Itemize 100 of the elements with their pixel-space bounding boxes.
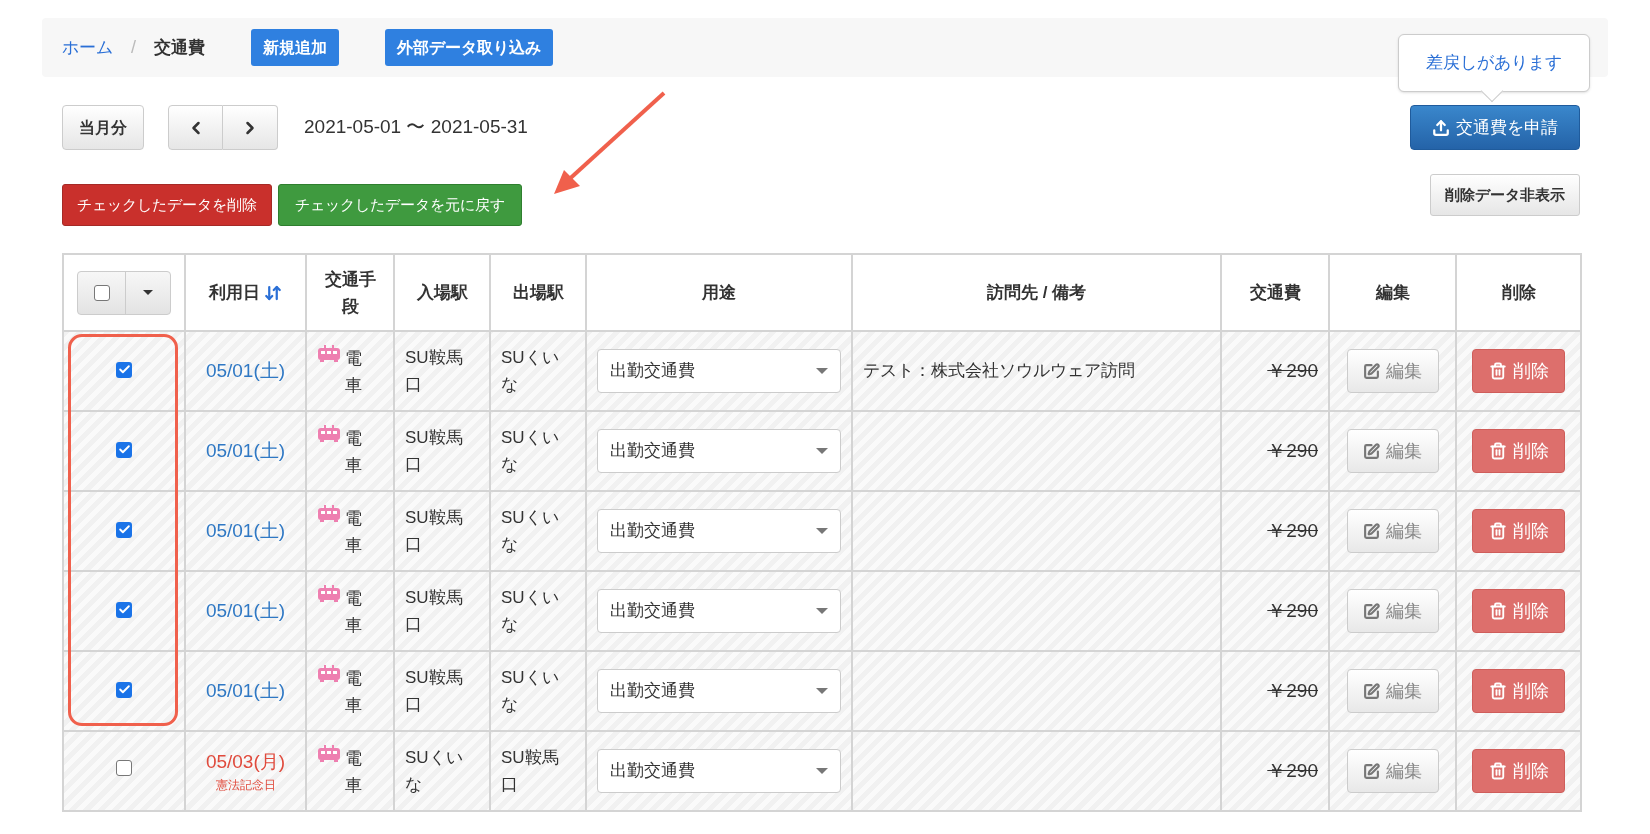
edit-button[interactable]: 編集 — [1346, 669, 1439, 713]
restore-checked-button[interactable]: チェックしたデータを元に戻す — [278, 184, 522, 226]
checkbox[interactable] — [116, 441, 132, 458]
entry-station: SU鞍馬口 — [405, 668, 463, 714]
caret-icon — [816, 768, 828, 774]
current-month-button[interactable]: 当月分 — [62, 105, 144, 150]
delete-button[interactable]: 削除 — [1472, 749, 1565, 793]
trash-icon — [1488, 602, 1507, 620]
edit-icon — [1363, 442, 1380, 460]
column-header: 訪問先 / 備考 — [986, 282, 1087, 302]
column-header: 編集 — [1375, 282, 1410, 302]
purpose-select[interactable]: 出勤交通費 — [597, 349, 841, 393]
column-header[interactable]: 利用日 — [209, 279, 260, 306]
delete-button[interactable]: 削除 — [1472, 669, 1565, 713]
fare-amount: ￥290 — [1267, 439, 1318, 461]
entry-station: SU鞍馬口 — [405, 588, 463, 634]
trash-icon — [1488, 442, 1507, 460]
entry-station: SUくいな — [405, 748, 463, 794]
purpose-select[interactable]: 出勤交通費 — [597, 589, 841, 633]
caret-icon — [816, 608, 828, 614]
breadcrumb-current: 交通費 — [154, 36, 205, 59]
purpose-select[interactable]: 出勤交通費 — [597, 509, 841, 553]
column-header: 交通手段 — [324, 268, 376, 318]
train-icon — [317, 664, 341, 683]
checkbox[interactable] — [116, 760, 132, 777]
edit-icon — [1363, 602, 1380, 620]
date-range: 2021-05-01 〜 2021-05-31 — [304, 115, 528, 140]
home-link[interactable]: ホーム — [62, 34, 113, 61]
add-new-button[interactable]: 新規追加 — [251, 29, 339, 66]
edit-icon — [1363, 522, 1380, 540]
train-icon — [317, 744, 341, 763]
trash-icon — [1488, 522, 1507, 540]
edit-icon — [1363, 362, 1380, 380]
column-header: 出場駅 — [512, 282, 564, 302]
column-header: 交通費 — [1249, 282, 1301, 302]
exit-station: SU鞍馬口 — [501, 748, 559, 794]
checkbox[interactable] — [116, 681, 132, 698]
edit-icon — [1363, 762, 1380, 780]
edit-button[interactable]: 編集 — [1346, 749, 1439, 793]
delete-checked-button[interactable]: チェックしたデータを削除 — [62, 184, 272, 226]
edit-button[interactable]: 編集 — [1346, 589, 1439, 633]
edit-button[interactable]: 編集 — [1346, 509, 1439, 553]
train-icon — [317, 504, 341, 523]
exit-station: SUくいな — [501, 428, 559, 474]
delete-button[interactable]: 削除 — [1472, 589, 1565, 633]
transport-text: 電車 — [345, 507, 363, 557]
date-link[interactable]: 05/03(月) — [186, 747, 305, 777]
column-header: 用途 — [702, 282, 736, 302]
delete-button[interactable]: 削除 — [1472, 349, 1565, 393]
fare-amount: ￥290 — [1267, 679, 1318, 701]
holiday-label: 憲法記念日 — [214, 777, 277, 795]
import-button[interactable]: 外部データ取り込み — [385, 29, 553, 66]
transport-text: 電車 — [345, 347, 363, 397]
column-header: 削除 — [1501, 282, 1536, 302]
tooltip: 差戻しがあります — [1398, 34, 1590, 92]
purpose-select[interactable]: 出勤交通費 — [597, 669, 841, 713]
transport-text: 電車 — [345, 427, 363, 477]
exit-station: SUくいな — [501, 348, 559, 394]
trash-icon — [1488, 682, 1507, 700]
trash-icon — [1488, 362, 1507, 380]
delete-button[interactable]: 削除 — [1472, 509, 1565, 553]
caret-icon — [816, 448, 828, 454]
edit-button[interactable]: 編集 — [1346, 429, 1439, 473]
purpose-select[interactable]: 出勤交通費 — [597, 749, 841, 793]
entry-station: SU鞍馬口 — [405, 508, 463, 554]
purpose-select[interactable]: 出勤交通費 — [597, 429, 841, 473]
sort-icon — [264, 283, 282, 302]
delete-button[interactable]: 削除 — [1472, 429, 1565, 473]
exit-station: SUくいな — [501, 588, 559, 634]
checkbox[interactable] — [116, 521, 132, 538]
fare-amount: ￥290 — [1267, 759, 1318, 781]
entry-station: SU鞍馬口 — [405, 428, 463, 474]
checkbox[interactable] — [116, 361, 132, 378]
caret-icon — [816, 688, 828, 694]
caret-icon — [143, 290, 153, 295]
transport-text: 電車 — [345, 587, 363, 637]
transport-text: 電車 — [345, 747, 363, 797]
upload-icon — [1432, 118, 1450, 137]
edit-icon — [1363, 682, 1380, 700]
hide-deleted-button[interactable]: 削除データ非表示 — [1430, 174, 1580, 216]
train-icon — [317, 424, 341, 443]
fare-amount: ￥290 — [1267, 519, 1318, 541]
trash-icon — [1488, 762, 1507, 780]
train-icon — [317, 344, 341, 363]
breadcrumb-separator: / — [130, 36, 137, 59]
caret-icon — [816, 368, 828, 374]
entry-station: SU鞍馬口 — [405, 348, 463, 394]
edit-button[interactable]: 編集 — [1346, 349, 1439, 393]
note-text: テスト：株式会社ソウルウェア訪問 — [863, 361, 1135, 381]
exit-station: SUくいな — [501, 508, 559, 554]
column-header: 入場駅 — [416, 282, 468, 302]
exit-station: SUくいな — [501, 668, 559, 714]
fare-amount: ￥290 — [1267, 359, 1318, 381]
checkbox[interactable] — [93, 284, 110, 301]
submit-button[interactable]: 交通費を申請 — [1410, 105, 1580, 150]
transport-text: 電車 — [345, 667, 363, 717]
caret-icon — [816, 528, 828, 534]
fare-amount: ￥290 — [1267, 599, 1318, 621]
checkbox[interactable] — [116, 601, 132, 618]
train-icon — [317, 584, 341, 603]
